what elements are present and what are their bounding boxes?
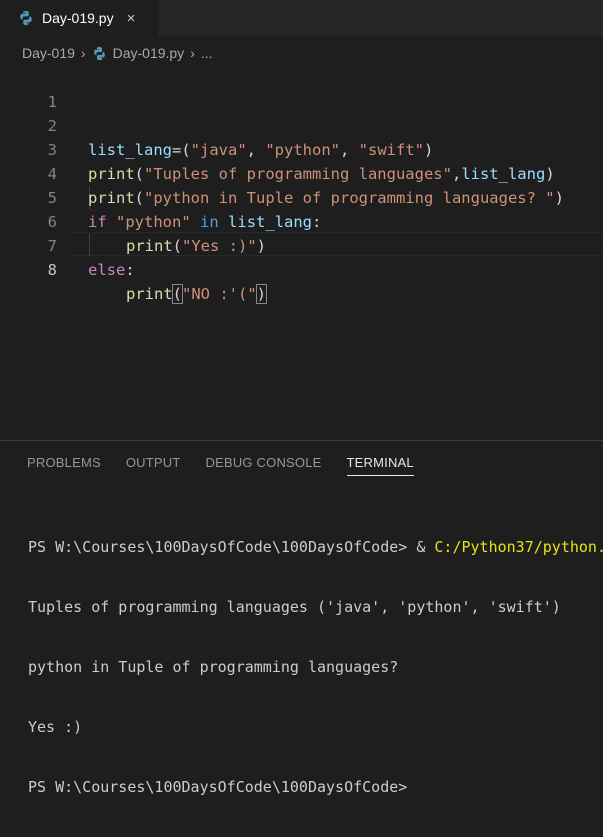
chevron-right-icon: › bbox=[80, 45, 86, 61]
token: ) bbox=[255, 284, 268, 304]
code-line-1: 1 bbox=[0, 66, 603, 111]
code-line-8: 8 print("NO :'(") bbox=[0, 234, 603, 304]
code-text: print("NO :'(") bbox=[126, 282, 268, 306]
tab-label: Day-019.py bbox=[42, 10, 114, 26]
code-line-6: 6 print("Yes :)") bbox=[0, 186, 603, 255]
line-number: 8 bbox=[47, 261, 57, 279]
terminal-line: PS W:\Courses\100DaysOfCode\100DaysOfCod… bbox=[28, 537, 603, 557]
terminal-line: Yes :) bbox=[28, 718, 83, 736]
token: else bbox=[88, 261, 126, 279]
code-line-4: 4 print("python in Tuple of programming … bbox=[0, 138, 603, 207]
editor-tab-bar: Day-019.py × bbox=[0, 0, 603, 36]
python-file-icon bbox=[18, 10, 34, 26]
tab-debug-console[interactable]: DEBUG CONSOLE bbox=[206, 455, 322, 476]
code-text: else: bbox=[88, 258, 135, 282]
chevron-right-icon: › bbox=[190, 45, 195, 61]
close-icon[interactable]: × bbox=[127, 10, 136, 27]
tab-terminal[interactable]: TERMINAL bbox=[346, 455, 414, 476]
code-editor[interactable]: 1 2 list_lang=("java", "python", "swift"… bbox=[0, 66, 603, 440]
code-line-7: 7 else: bbox=[0, 210, 603, 279]
terminal-prompt: PS W:\Courses\100DaysOfCode\100DaysOfCod… bbox=[28, 538, 435, 556]
breadcrumb-file[interactable]: Day-019.py bbox=[113, 45, 185, 61]
breadcrumb-more[interactable]: ... bbox=[201, 45, 213, 61]
code-line-5: 5 if "python" in list_lang: bbox=[0, 162, 603, 231]
code-line-2: 2 list_lang=("java", "python", "swift") bbox=[0, 90, 603, 159]
code-line-3: 3 print("Tuples of programming languages… bbox=[0, 114, 603, 183]
terminal-command-path: C:/Python37/python. bbox=[434, 538, 603, 556]
token: : bbox=[125, 261, 135, 279]
terminal-prompt: PS W:\Courses\100DaysOfCode\100DaysOfCod… bbox=[28, 778, 408, 796]
terminal-line: python in Tuple of programming languages… bbox=[28, 658, 399, 676]
tab-problems[interactable]: PROBLEMS bbox=[27, 455, 101, 476]
token: "NO :'(" bbox=[182, 285, 257, 303]
terminal-output[interactable]: PS W:\Courses\100DaysOfCode\100DaysOfCod… bbox=[28, 497, 603, 837]
python-file-icon bbox=[92, 46, 107, 61]
breadcrumb-folder[interactable]: Day-019 bbox=[22, 45, 75, 61]
breadcrumb: Day-019 › Day-019.py › ... bbox=[22, 42, 213, 64]
token: ( bbox=[171, 284, 184, 304]
bottom-panel: PROBLEMS OUTPUT DEBUG CONSOLE TERMINAL P… bbox=[0, 440, 603, 796]
tab-output[interactable]: OUTPUT bbox=[126, 455, 181, 476]
terminal-line: Tuples of programming languages ('java',… bbox=[28, 598, 561, 616]
tab-day-019-py[interactable]: Day-019.py × bbox=[0, 0, 158, 36]
token: print bbox=[126, 285, 173, 303]
panel-tabs: PROBLEMS OUTPUT DEBUG CONSOLE TERMINAL bbox=[27, 455, 439, 476]
